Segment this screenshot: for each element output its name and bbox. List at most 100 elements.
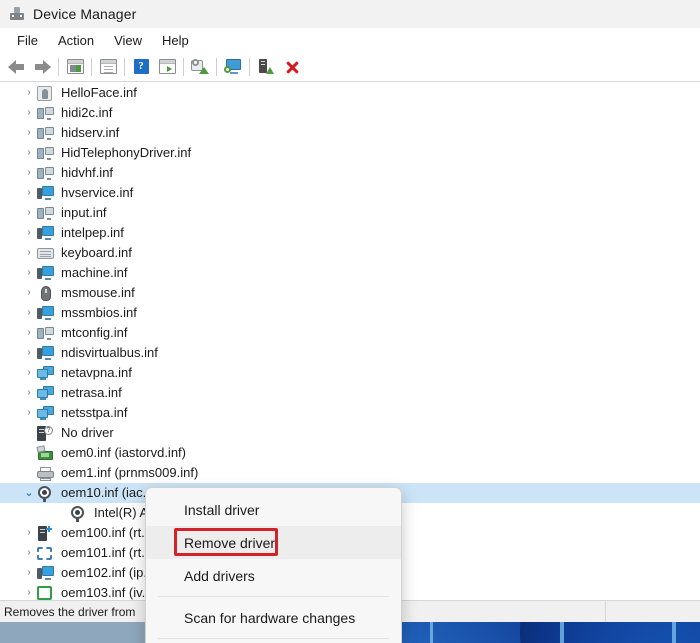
toolbar-separator (216, 57, 217, 76)
tree-row[interactable]: › msmouse.inf (0, 283, 700, 303)
scan-hardware-icon (224, 59, 242, 74)
chevron-right-icon[interactable]: › (22, 283, 36, 303)
chevron-right-icon[interactable]: › (22, 323, 36, 343)
tree-row[interactable]: › netsstpa.inf (0, 403, 700, 423)
chevron-right-icon[interactable]: › (22, 123, 36, 143)
tree-row-label: HelloFace.inf (61, 85, 137, 100)
device-manager-window: Device Manager File Action View Help ? ›… (0, 0, 700, 643)
chevron-right-icon[interactable]: › (22, 203, 36, 223)
chevron-right-icon[interactable]: › (22, 563, 36, 583)
green-box-icon (37, 585, 55, 600)
tree-row[interactable]: › keyboard.inf (0, 243, 700, 263)
camera-icon (70, 505, 88, 522)
chevron-right-icon[interactable]: › (22, 143, 36, 163)
scan-for-hardware-changes-button[interactable] (220, 55, 246, 79)
hid-device-icon (37, 145, 55, 161)
help-button[interactable]: ? (128, 55, 154, 79)
chevron-right-icon[interactable]: › (22, 183, 36, 203)
tree-row[interactable]: › netavpna.inf (0, 363, 700, 383)
console-tree-icon (66, 59, 84, 74)
tree-row-label: mssmbios.inf (61, 305, 137, 320)
context-menu[interactable]: Install driver Remove driver Add drivers Sc… (145, 487, 402, 643)
chevron-right-icon[interactable]: › (22, 103, 36, 123)
chevron-down-icon[interactable]: ⌄ (22, 483, 36, 503)
forward-button[interactable] (29, 55, 55, 79)
back-button[interactable] (3, 55, 29, 79)
menu-view[interactable]: View (104, 31, 152, 50)
tree-row[interactable]: ? No driver (0, 423, 700, 443)
chevron-right-icon[interactable]: › (22, 383, 36, 403)
menu-file[interactable]: File (7, 31, 48, 50)
add-drivers-icon (259, 59, 274, 74)
tree-row[interactable]: › ndisvirtualbus.inf (0, 343, 700, 363)
context-menu-item-label: Add drivers (184, 567, 255, 584)
network-icon (37, 405, 55, 421)
tree-row[interactable]: › input.inf (0, 203, 700, 223)
tree-row-label: oem100.inf (rt... (61, 525, 153, 540)
show-hide-action-pane-button[interactable] (154, 55, 180, 79)
red-x-icon (284, 59, 300, 75)
hid-device-icon (37, 325, 55, 341)
menu-help[interactable]: Help (152, 31, 199, 50)
printer-icon (37, 465, 55, 481)
show-hide-console-tree-button[interactable] (62, 55, 88, 79)
computer-icon (37, 345, 55, 361)
chevron-right-icon[interactable]: › (22, 223, 36, 243)
computer-icon (37, 225, 55, 241)
tree-row[interactable]: › hidi2c.inf (0, 103, 700, 123)
hid-device-icon (37, 165, 55, 181)
tree-row[interactable]: oem0.inf (iastorvd.inf) (0, 443, 700, 463)
toolbar-separator (91, 57, 92, 76)
chevron-right-icon[interactable]: › (22, 343, 36, 363)
lock-icon (37, 85, 55, 101)
update-driver-icon (191, 59, 209, 74)
context-menu-item[interactable]: Add drivers (146, 559, 401, 592)
properties-button[interactable] (95, 55, 121, 79)
chevron-right-icon[interactable]: › (22, 523, 36, 543)
chevron-right-icon[interactable]: › (22, 243, 36, 263)
tree-row[interactable]: › hidserv.inf (0, 123, 700, 143)
tree-row[interactable]: oem1.inf (prnms009.inf) (0, 463, 700, 483)
chevron-right-icon[interactable]: › (22, 263, 36, 283)
tree-row-label: oem0.inf (iastorvd.inf) (61, 445, 186, 460)
tree-row[interactable]: › HidTelephonyDriver.inf (0, 143, 700, 163)
chevron-right-icon[interactable]: › (22, 83, 36, 103)
tree-row[interactable]: › mssmbios.inf (0, 303, 700, 323)
tree-row-label: netavpna.inf (61, 365, 132, 380)
tree-row[interactable]: › intelpep.inf (0, 223, 700, 243)
tree-row-label: keyboard.inf (61, 245, 132, 260)
chevron-right-icon[interactable]: › (22, 543, 36, 563)
menubar: File Action View Help (0, 28, 700, 52)
chevron-right-icon[interactable]: › (22, 583, 36, 600)
chevron-right-icon[interactable]: › (22, 363, 36, 383)
hid-device-icon (37, 105, 55, 121)
context-menu-item[interactable]: Remove driver (146, 526, 401, 559)
computer-icon (37, 265, 55, 281)
context-menu-item[interactable]: Install driver (146, 493, 401, 526)
chevron-right-icon[interactable]: › (22, 403, 36, 423)
tree-row[interactable]: › mtconfig.inf (0, 323, 700, 343)
tree-row-label: intelpep.inf (61, 225, 124, 240)
context-menu-item-label: Install driver (184, 501, 260, 518)
context-menu-item[interactable]: Scan for hardware changes (146, 601, 401, 634)
device-manager-icon (9, 6, 25, 22)
tree-row-label: input.inf (61, 205, 107, 220)
mouse-icon (37, 285, 55, 301)
toolbar-separator (183, 57, 184, 76)
tree-row[interactable]: › hidvhf.inf (0, 163, 700, 183)
status-cell-1 (605, 600, 685, 623)
chevron-right-icon[interactable]: › (22, 303, 36, 323)
chevron-right-icon[interactable]: › (22, 163, 36, 183)
properties-icon (99, 59, 117, 74)
uninstall-device-button[interactable] (279, 55, 305, 79)
tree-row[interactable]: › hvservice.inf (0, 183, 700, 203)
tree-row[interactable]: › netrasa.inf (0, 383, 700, 403)
arrow-left-icon (7, 59, 25, 74)
tree-row[interactable]: › HelloFace.inf (0, 83, 700, 103)
menu-action[interactable]: Action (48, 31, 104, 50)
add-drivers-button[interactable] (253, 55, 279, 79)
tree-row-label: oem103.inf (iv... (61, 585, 153, 600)
update-driver-button[interactable] (187, 55, 213, 79)
window-title: Device Manager (33, 6, 137, 22)
tree-row[interactable]: › machine.inf (0, 263, 700, 283)
